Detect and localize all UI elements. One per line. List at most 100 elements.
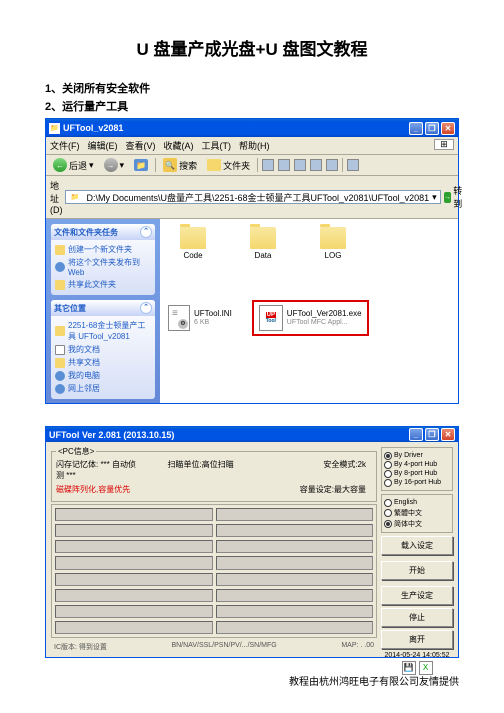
exe-icon: UP Tool	[259, 305, 283, 331]
start-button[interactable]: 开始	[381, 561, 453, 580]
menu-favorites[interactable]: 收藏(A)	[164, 139, 194, 152]
places-title: 其它位置	[54, 303, 86, 314]
slot-6[interactable]	[216, 540, 374, 553]
slot-7[interactable]	[55, 556, 213, 569]
slot-3[interactable]	[55, 524, 213, 537]
radio-hub16[interactable]: By 16-port Hub	[384, 478, 450, 487]
titlebar[interactable]: 📁 UFTool_v2081 _ ❐ ✕	[46, 119, 458, 137]
folder-icon	[320, 227, 346, 249]
radio-traditional[interactable]: 繁體中文	[384, 507, 450, 518]
menubar: 文件(F) 编辑(E) 查看(V) 收藏(A) 工具(T) 帮助(H) ⊞	[46, 137, 458, 155]
disk-array-label: 磁碟阵列化,容量优先	[56, 484, 139, 495]
menu-file[interactable]: 文件(F)	[50, 139, 80, 152]
slot-12[interactable]	[216, 589, 374, 602]
tool-icon-1[interactable]	[262, 159, 274, 171]
titlebar[interactable]: UFTool Ver 2.081 (2013.10.15) _ ❐ ✕	[46, 427, 458, 442]
sidebar: 文件和文件夹任务⌃ 创建一个新文件夹 将这个文件夹发布到 Web 共享此文件夹 …	[46, 219, 160, 403]
search-button[interactable]: 🔍搜索	[160, 157, 200, 173]
place-computer[interactable]: 我的电脑	[55, 369, 151, 382]
menu-tools[interactable]: 工具(T)	[202, 139, 232, 152]
maximize-button[interactable]: ❐	[425, 122, 439, 135]
pc-info-group: <PC信息> 闪存记忆体: *** 自动侦测 *** 扫瞄单位:高位扫瞄 安全模…	[51, 451, 377, 502]
menu-help[interactable]: 帮助(H)	[239, 139, 270, 152]
step-1: 1、关闭所有安全软件	[45, 80, 459, 96]
task-new-folder[interactable]: 创建一个新文件夹	[55, 243, 151, 256]
chevron-up-icon[interactable]: ⌃	[140, 226, 152, 238]
minimize-button[interactable]: _	[409, 428, 423, 441]
load-settings-button[interactable]: 载入设定	[381, 536, 453, 555]
radio-simplified[interactable]: 简体中文	[384, 518, 450, 529]
status-ic: IC版本: 得到设置	[54, 642, 107, 652]
slot-16[interactable]	[216, 621, 374, 634]
status-mid: BN/NAV/SSL/PSN/PV/.../SN/MFG	[171, 642, 276, 652]
file-ini[interactable]: ⚙ UFTool.INI6 KB	[168, 300, 232, 336]
radio-english[interactable]: English	[384, 498, 450, 507]
radio-hub8[interactable]: By 8-port Hub	[384, 469, 450, 478]
back-button[interactable]: ←后退 ▾	[50, 157, 97, 173]
menu-edit[interactable]: 编辑(E)	[88, 139, 118, 152]
file-area[interactable]: Code Data LOG ⚙ UFTool.INI6 KB UP Tool U…	[160, 219, 458, 403]
uftool-window: UFTool Ver 2.081 (2013.10.15) _ ❐ ✕ <PC信…	[45, 426, 459, 658]
file-exe-highlighted[interactable]: UP Tool UFTool_Ver2081.exeUFTool MFC App…	[252, 300, 369, 336]
maximize-button[interactable]: ❐	[425, 428, 439, 441]
slot-14[interactable]	[216, 605, 374, 618]
forward-button[interactable]: → ▾	[101, 157, 128, 173]
tasks-title: 文件和文件夹任务	[54, 227, 118, 238]
mode-label: 安全模式:2k	[263, 459, 372, 481]
address-label: 地址(D)	[50, 179, 62, 215]
production-settings-button[interactable]: 生产设定	[381, 586, 453, 605]
scan-label: 扫瞄单位:高位扫瞄	[139, 459, 263, 481]
tool-icon-5[interactable]	[326, 159, 338, 171]
views-button[interactable]	[347, 159, 359, 171]
address-input[interactable]: 📁 D:\My Documents\U盘量产工具\2251-68金士顿量产工具U…	[65, 190, 440, 204]
slot-10[interactable]	[216, 573, 374, 586]
place-shared[interactable]: 共享文档	[55, 356, 151, 369]
address-bar: 地址(D) 📁 D:\My Documents\U盘量产工具\2251-68金士…	[46, 176, 458, 219]
stop-button[interactable]: 停止	[381, 608, 453, 627]
place-network[interactable]: 网上邻居	[55, 382, 151, 395]
go-icon: →	[444, 192, 452, 203]
chevron-up-icon[interactable]: ⌃	[140, 302, 152, 314]
tool-icon-3[interactable]	[294, 159, 306, 171]
folders-button[interactable]: 文件夹	[204, 158, 253, 173]
windows-logo-icon: ⊞	[434, 139, 454, 150]
flash-memory-label: 闪存记忆体: *** 自动侦测 ***	[56, 459, 139, 481]
close-button[interactable]: ✕	[441, 122, 455, 135]
up-button[interactable]: 📁	[131, 158, 151, 172]
radio-driver[interactable]: By Driver	[384, 451, 450, 460]
menu-view[interactable]: 查看(V)	[126, 139, 156, 152]
slot-5[interactable]	[55, 540, 213, 553]
place-parent[interactable]: 2251-68金士顿量产工具 UFTool_v2081	[55, 319, 151, 343]
device-grid	[51, 504, 377, 638]
slot-4[interactable]	[216, 524, 374, 537]
task-publish[interactable]: 将这个文件夹发布到 Web	[55, 256, 151, 278]
folder-icon	[180, 227, 206, 249]
language-group: English 繁體中文 简体中文	[381, 494, 453, 533]
slot-11[interactable]	[55, 589, 213, 602]
leave-button[interactable]: 离开	[381, 630, 453, 649]
task-share[interactable]: 共享此文件夹	[55, 278, 151, 291]
radio-hub4[interactable]: By 4-port Hub	[384, 460, 450, 469]
slot-2[interactable]	[216, 508, 374, 521]
up-icon: 📁	[134, 159, 148, 171]
status-map: MAP: . .00	[341, 642, 374, 652]
folder-code[interactable]: Code	[168, 227, 218, 260]
slot-15[interactable]	[55, 621, 213, 634]
tool-icon-2[interactable]	[278, 159, 290, 171]
slot-1[interactable]	[55, 508, 213, 521]
capacity-label: 容量设定:最大容量	[263, 484, 372, 495]
go-button[interactable]: →转到	[444, 184, 466, 210]
slot-8[interactable]	[216, 556, 374, 569]
slot-9[interactable]	[55, 573, 213, 586]
place-documents[interactable]: 我的文档	[55, 343, 151, 356]
ini-icon: ⚙	[168, 305, 190, 331]
page-footer: 教程由杭州鸿旺电子有限公司友情提供	[289, 673, 459, 688]
hub-mode-group: By Driver By 4-port Hub By 8-port Hub By…	[381, 447, 453, 491]
folder-log[interactable]: LOG	[308, 227, 358, 260]
tool-icon-4[interactable]	[310, 159, 322, 171]
folder-data[interactable]: Data	[238, 227, 288, 260]
close-button[interactable]: ✕	[441, 428, 455, 441]
slot-13[interactable]	[55, 605, 213, 618]
minimize-button[interactable]: _	[409, 122, 423, 135]
page-title: U 盘量产成光盘+U 盘图文教程	[45, 35, 459, 60]
